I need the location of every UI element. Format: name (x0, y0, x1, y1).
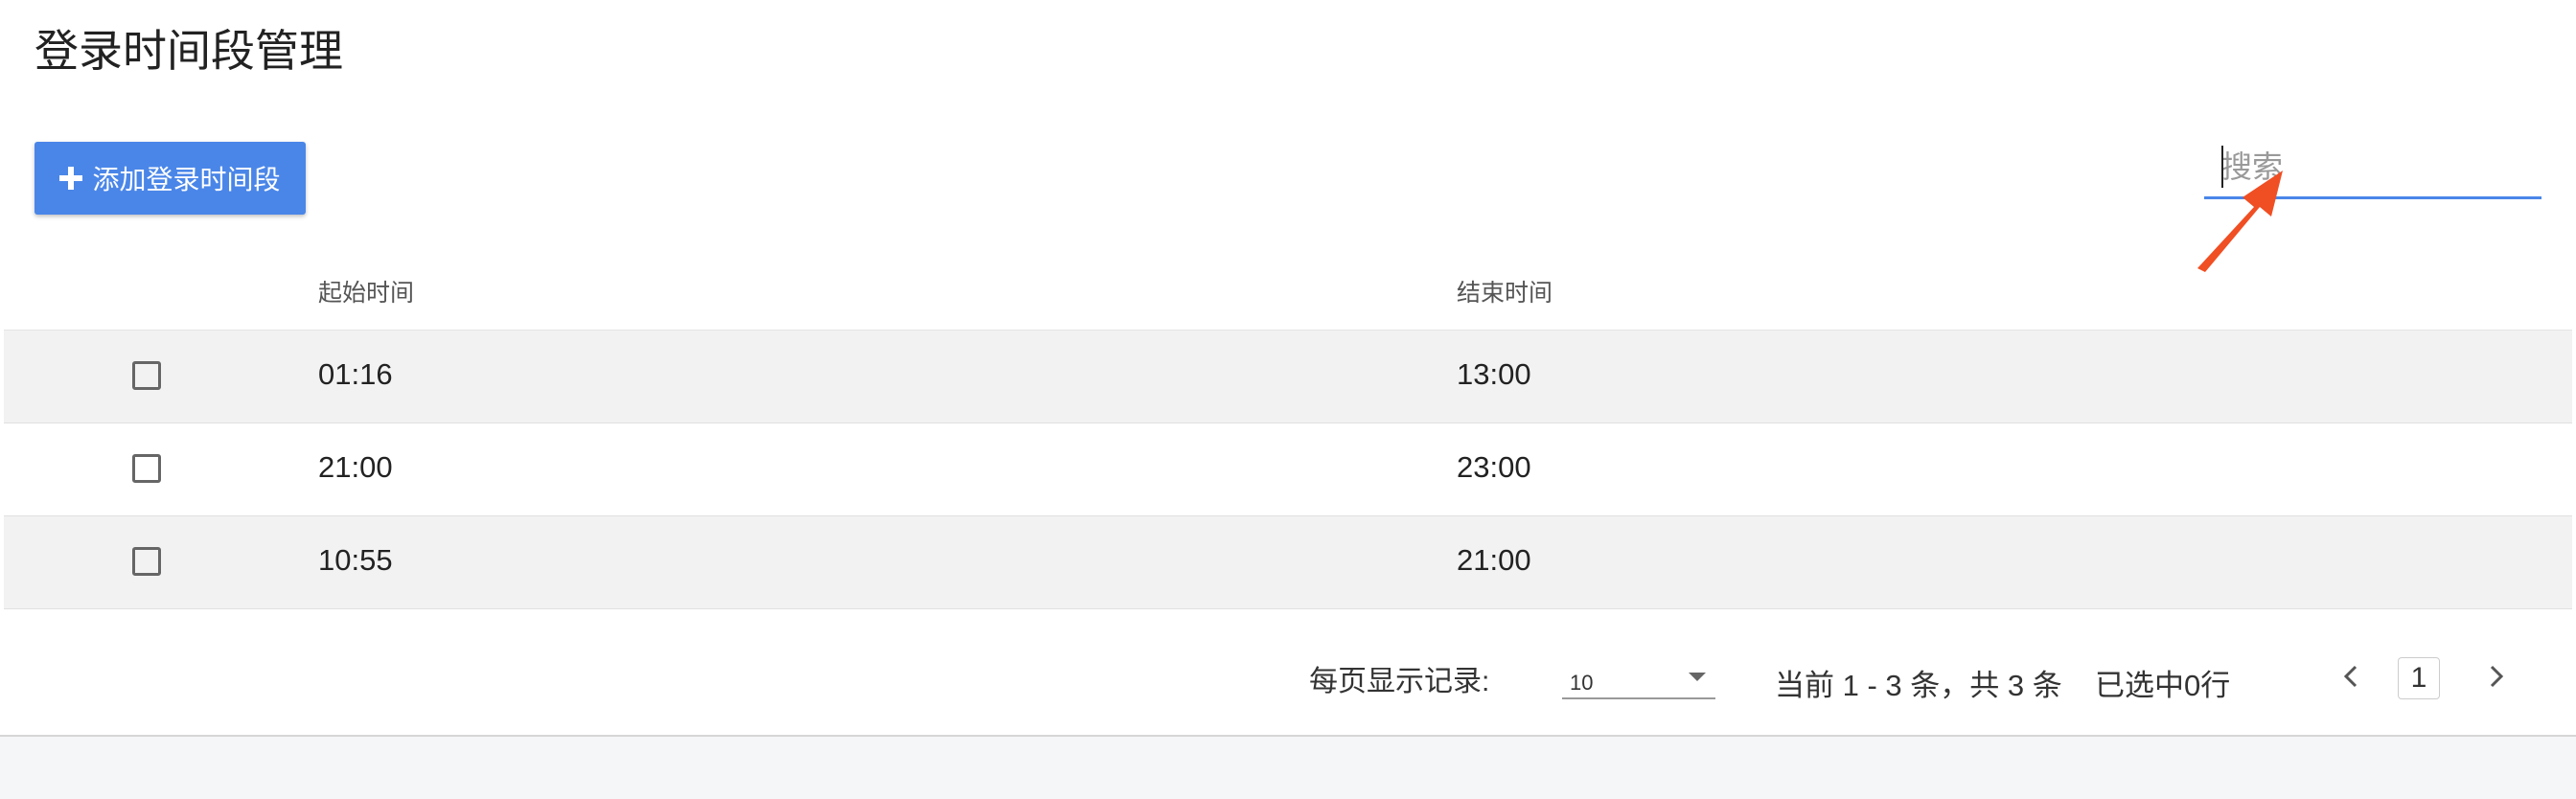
add-time-slot-button[interactable]: 添加登录时间段 (34, 142, 306, 215)
start-time-cell: 21:00 (318, 450, 393, 484)
table-header: 起始时间 结束时间 (4, 253, 2572, 331)
pagination-bar: 每页显示记录: 10 当前 1 - 3 条，共 3 条 已选中0行 1 (0, 648, 2576, 715)
table-row[interactable]: 10:55 21:00 (4, 516, 2572, 609)
selected-count-text: 已选中0行 (2095, 669, 2231, 702)
table-row[interactable]: 21:00 23:00 (4, 423, 2572, 516)
time-slot-table: 起始时间 结束时间 01:16 13:00 21:00 23:00 10:55 … (4, 253, 2572, 609)
column-header-start-time[interactable]: 起始时间 (318, 274, 414, 308)
row-checkbox[interactable] (132, 547, 161, 576)
per-page-select[interactable]: 10 (1562, 655, 1715, 699)
dropdown-arrow-icon (1689, 673, 1706, 681)
end-time-cell: 21:00 (1457, 543, 1531, 577)
current-page-button[interactable]: 1 (2398, 657, 2440, 699)
table-row[interactable]: 01:16 13:00 (4, 331, 2572, 423)
page-title: 登录时间段管理 (34, 26, 343, 76)
column-header-end-time[interactable]: 结束时间 (1457, 274, 1552, 308)
chevron-right-icon[interactable] (2478, 659, 2513, 694)
per-page-label: 每页显示记录: (1309, 666, 1490, 697)
plus-icon (59, 167, 83, 190)
end-time-cell: 13:00 (1457, 357, 1531, 391)
end-time-cell: 23:00 (1457, 450, 1531, 484)
main-card: 登录时间段管理 添加登录时间段 起始时间 结束时间 01:16 13:00 21… (0, 0, 2576, 737)
row-checkbox[interactable] (132, 361, 161, 390)
per-page-value: 10 (1570, 671, 1594, 695)
chevron-left-icon[interactable] (2334, 659, 2369, 694)
start-time-cell: 01:16 (318, 357, 393, 391)
add-time-slot-button-label: 添加登录时间段 (92, 165, 281, 194)
record-range-text: 当前 1 - 3 条，共 3 条 (1775, 669, 2062, 702)
start-time-cell: 10:55 (318, 543, 393, 577)
row-checkbox[interactable] (132, 454, 161, 483)
